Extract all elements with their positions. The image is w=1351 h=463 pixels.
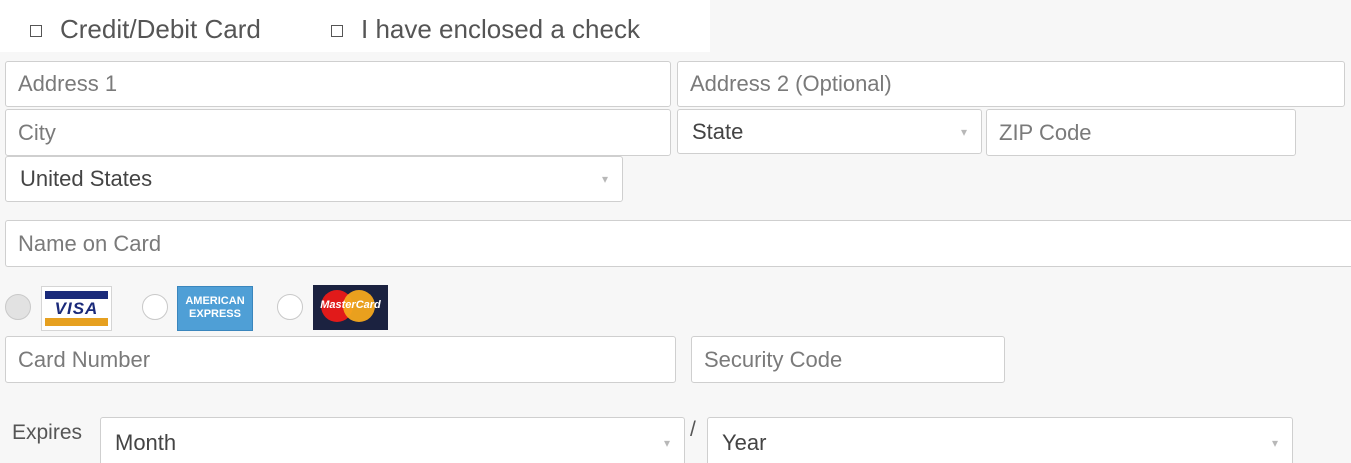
country-select[interactable]: United States ▾ xyxy=(5,156,623,202)
card-number-placeholder: Card Number xyxy=(18,346,151,372)
amex-radio[interactable] xyxy=(142,294,168,320)
address2-placeholder: Address 2 (Optional) xyxy=(690,71,892,96)
name-on-card-input[interactable]: Name on Card xyxy=(5,220,1351,267)
state-value: State xyxy=(692,118,744,144)
city-placeholder: City xyxy=(18,119,56,145)
amex-logo-text-2: EXPRESS xyxy=(189,308,241,320)
address1-input[interactable]: Address 1 xyxy=(5,61,671,107)
month-select[interactable]: Month ▾ xyxy=(100,417,685,463)
amex-logo-icon: AMERICAN EXPRESS xyxy=(177,286,253,331)
card-number-input[interactable]: Card Number xyxy=(5,336,676,383)
year-value: Year xyxy=(722,429,767,455)
credit-card-label: Credit/Debit Card xyxy=(60,14,261,44)
year-select[interactable]: Year ▾ xyxy=(707,417,1293,463)
security-code-placeholder: Security Code xyxy=(704,346,843,372)
name-on-card-placeholder: Name on Card xyxy=(18,230,162,256)
zip-placeholder: ZIP Code xyxy=(999,119,1092,145)
expiry-separator: / xyxy=(690,418,696,441)
caret-down-icon: ▾ xyxy=(1271,435,1278,450)
city-input[interactable]: City xyxy=(5,109,671,156)
credit-card-option[interactable]: Credit/Debit Card xyxy=(30,14,261,45)
visa-logo-icon: VISA xyxy=(41,286,112,331)
address2-input[interactable]: Address 2 (Optional) xyxy=(677,61,1345,107)
zip-input[interactable]: ZIP Code xyxy=(986,109,1296,156)
caret-down-icon: ▾ xyxy=(663,435,670,450)
check-label: I have enclosed a check xyxy=(361,14,640,44)
state-select[interactable]: State ▾ xyxy=(677,109,982,154)
country-value: United States xyxy=(20,166,153,191)
month-value: Month xyxy=(115,429,177,455)
checkbox-icon[interactable] xyxy=(30,25,42,37)
address1-placeholder: Address 1 xyxy=(18,71,118,96)
amex-logo-text-1: AMERICAN xyxy=(185,295,245,307)
visa-logo-text: VISA xyxy=(54,299,99,318)
caret-down-icon: ▾ xyxy=(601,172,608,186)
expires-label: Expires xyxy=(12,421,83,444)
checkbox-icon[interactable] xyxy=(331,25,343,37)
caret-down-icon: ▾ xyxy=(960,124,967,139)
mastercard-logo-text: MasterCard xyxy=(320,299,381,311)
security-code-input[interactable]: Security Code xyxy=(691,336,1005,383)
mastercard-logo-icon: MasterCard xyxy=(313,285,388,330)
visa-radio[interactable] xyxy=(5,294,31,320)
check-option[interactable]: I have enclosed a check xyxy=(331,14,640,45)
payment-method-bar: Credit/Debit Card I have enclosed a chec… xyxy=(0,0,710,52)
mastercard-radio[interactable] xyxy=(277,294,303,320)
